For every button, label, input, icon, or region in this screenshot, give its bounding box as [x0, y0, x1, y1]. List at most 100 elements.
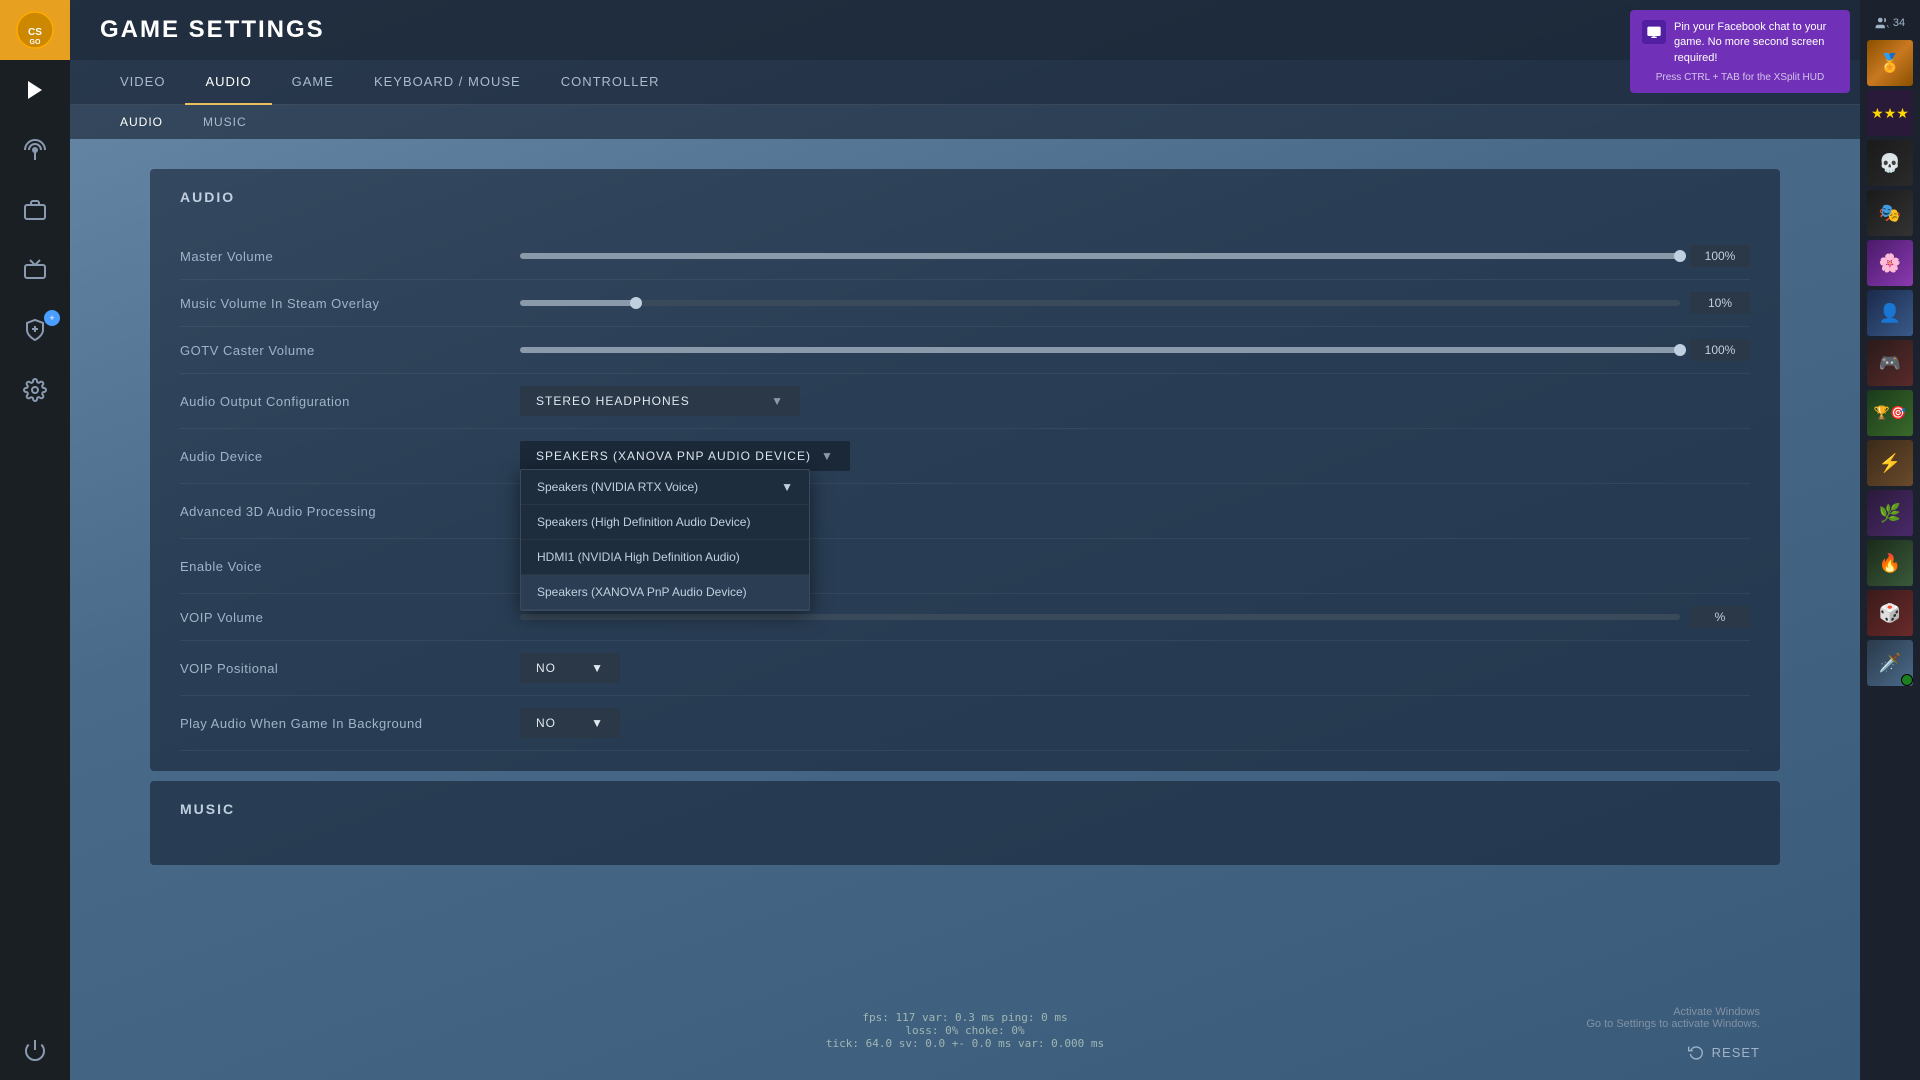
- audio-output-row: Audio Output Configuration STEREO HEADPH…: [180, 374, 1750, 429]
- tab-game[interactable]: Game: [272, 60, 354, 105]
- music-volume-slider[interactable]: [520, 300, 1680, 306]
- audio-output-control: STEREO HEADPHONES ▼: [520, 386, 1750, 416]
- avatar-6[interactable]: 🏆🎯: [1867, 390, 1913, 436]
- play-audio-bg-control: NO ▼: [520, 708, 1750, 738]
- audio-device-arrow: ▼: [821, 449, 834, 463]
- friend-count: 34: [1875, 10, 1905, 36]
- master-volume-row: Master Volume 100%: [180, 233, 1750, 280]
- svg-text:CS: CS: [28, 27, 42, 38]
- debug-line1: fps: 117 var: 0.3 ms ping: 0 ms: [826, 1011, 1104, 1024]
- advanced-3d-row: Advanced 3D Audio Processing ▼: [180, 484, 1750, 539]
- voip-volume-value: %: [1690, 606, 1750, 628]
- debug-line3: tick: 64.0 sv: 0.0 +- 0.0 ms var: 0.000 …: [826, 1037, 1104, 1050]
- briefcase-sidebar-icon[interactable]: [0, 180, 70, 240]
- voip-positional-value: NO: [536, 661, 556, 675]
- gotv-volume-slider[interactable]: [520, 347, 1680, 353]
- gotv-volume-value: 100%: [1690, 339, 1750, 361]
- sidebar: CS GO +: [0, 0, 70, 1080]
- master-volume-value: 100%: [1690, 245, 1750, 267]
- page-title: GAME SETTINGS: [100, 16, 325, 44]
- avatar-2[interactable]: 🎭: [1867, 190, 1913, 236]
- friend-count-value: 34: [1893, 17, 1905, 29]
- music-section-title: Music: [180, 801, 1750, 825]
- header: GAME SETTINGS: [70, 0, 1860, 60]
- voip-volume-slider[interactable]: [520, 614, 1680, 620]
- tab-controller[interactable]: Controller: [541, 60, 680, 105]
- avatar-4[interactable]: 👤: [1867, 290, 1913, 336]
- play-sidebar-icon[interactable]: [0, 60, 70, 120]
- tv-sidebar-icon[interactable]: [0, 240, 70, 300]
- content-area: Audio Master Volume 100% Music Volume In: [70, 139, 1860, 1080]
- subtab-audio[interactable]: Audio: [100, 105, 183, 139]
- audio-device-value: SPEAKERS (XANOVA PNP AUDIO DEVICE): [536, 449, 811, 463]
- master-volume-label: Master Volume: [180, 249, 520, 264]
- audio-device-dropdown[interactable]: SPEAKERS (XANOVA PNP AUDIO DEVICE) ▼: [520, 441, 850, 471]
- play-audio-bg-label: Play Audio When Game In Background: [180, 716, 520, 731]
- avatar-7[interactable]: ⚡: [1867, 440, 1913, 486]
- csgo-logo[interactable]: CS GO: [0, 0, 70, 60]
- xsplit-icon: [1642, 20, 1666, 44]
- voip-positional-select[interactable]: NO ▼: [520, 653, 620, 683]
- audio-device-option-0[interactable]: Speakers (NVIDIA RTX Voice) ▼: [521, 470, 809, 505]
- gotv-volume-control: 100%: [520, 339, 1750, 361]
- debug-overlay: fps: 117 var: 0.3 ms ping: 0 ms loss: 0%…: [826, 1011, 1104, 1050]
- voip-volume-row: VOIP Volume %: [180, 594, 1750, 641]
- avatar-stars[interactable]: ★★★: [1867, 90, 1913, 136]
- antenna-sidebar-icon[interactable]: [0, 120, 70, 180]
- music-volume-row: Music Volume In Steam Overlay 10%: [180, 280, 1750, 327]
- audio-output-dropdown[interactable]: STEREO HEADPHONES ▼: [520, 386, 800, 416]
- audio-device-label: Audio Device: [180, 449, 520, 464]
- music-volume-control: 10%: [520, 292, 1750, 314]
- settings-sidebar-icon[interactable]: [0, 360, 70, 420]
- tab-audio[interactable]: Audio: [185, 60, 271, 105]
- notification-footer: Press CTRL + TAB for the XSplit HUD: [1642, 72, 1838, 83]
- enable-voice-row: Enable Voice ▼: [180, 539, 1750, 594]
- nav-tabs: Video Audio Game Keyboard / Mouse Contro…: [70, 60, 1860, 105]
- audio-device-menu: Speakers (NVIDIA RTX Voice) ▼ Speakers (…: [520, 469, 810, 611]
- notification-text: Pin your Facebook chat to your game. No …: [1674, 20, 1838, 66]
- audio-device-option-3[interactable]: Speakers (XANOVA PnP Audio Device): [521, 575, 809, 610]
- avatar-1[interactable]: 💀: [1867, 140, 1913, 186]
- avatar-10[interactable]: 🎲: [1867, 590, 1913, 636]
- play-audio-bg-value: NO: [536, 716, 556, 730]
- avatar-8[interactable]: 🌿: [1867, 490, 1913, 536]
- avatar-9[interactable]: 🔥: [1867, 540, 1913, 586]
- xsplit-notification: Pin your Facebook chat to your game. No …: [1630, 10, 1850, 93]
- avatar-5[interactable]: 🎮: [1867, 340, 1913, 386]
- reset-button[interactable]: RESET: [1688, 1044, 1760, 1060]
- play-audio-bg-select[interactable]: NO ▼: [520, 708, 620, 738]
- enable-voice-label: Enable Voice: [180, 559, 520, 574]
- main-content: GAME SETTINGS Video Audio Game Keyboard …: [70, 0, 1860, 1080]
- power-sidebar-icon[interactable]: [0, 1020, 70, 1080]
- master-volume-control: 100%: [520, 245, 1750, 267]
- voip-positional-control: NO ▼: [520, 653, 1750, 683]
- audio-output-arrow: ▼: [771, 394, 784, 408]
- audio-device-option-2[interactable]: HDMI1 (NVIDIA High Definition Audio): [521, 540, 809, 575]
- svg-text:GO: GO: [30, 39, 41, 46]
- voip-positional-label: VOIP Positional: [180, 661, 520, 676]
- master-volume-slider[interactable]: [520, 253, 1680, 259]
- audio-settings-panel: Audio Master Volume 100% Music Volume In: [150, 169, 1780, 771]
- activate-windows-notice: Activate Windows Go to Settings to activ…: [1586, 1006, 1760, 1030]
- friends-icon: [1875, 16, 1889, 30]
- audio-device-control: SPEAKERS (XANOVA PNP AUDIO DEVICE) ▼ Spe…: [520, 441, 1750, 471]
- shield-badge: +: [44, 310, 60, 326]
- voip-positional-row: VOIP Positional NO ▼: [180, 641, 1750, 696]
- play-audio-bg-row: Play Audio When Game In Background NO ▼: [180, 696, 1750, 751]
- subtab-music[interactable]: Music: [183, 105, 267, 139]
- debug-line2: loss: 0% choke: 0%: [826, 1024, 1104, 1037]
- audio-device-option-1[interactable]: Speakers (High Definition Audio Device): [521, 505, 809, 540]
- gotv-volume-label: GOTV Caster Volume: [180, 343, 520, 358]
- avatar-3[interactable]: 🌸: [1867, 240, 1913, 286]
- reset-icon: [1688, 1044, 1704, 1060]
- avatar-rank-gold[interactable]: 🏅: [1867, 40, 1913, 86]
- friends-panel: Pin your Facebook chat to your game. No …: [1860, 0, 1920, 1080]
- audio-device-row: Audio Device SPEAKERS (XANOVA PNP AUDIO …: [180, 429, 1750, 484]
- avatar-11[interactable]: 🗡️: [1867, 640, 1913, 686]
- gotv-volume-row: GOTV Caster Volume 100%: [180, 327, 1750, 374]
- shield-sidebar-icon[interactable]: +: [0, 300, 70, 360]
- tab-video[interactable]: Video: [100, 60, 185, 105]
- audio-section-title: Audio: [180, 189, 1750, 213]
- music-settings-panel: Music: [150, 781, 1780, 865]
- tab-keyboard-mouse[interactable]: Keyboard / Mouse: [354, 60, 541, 105]
